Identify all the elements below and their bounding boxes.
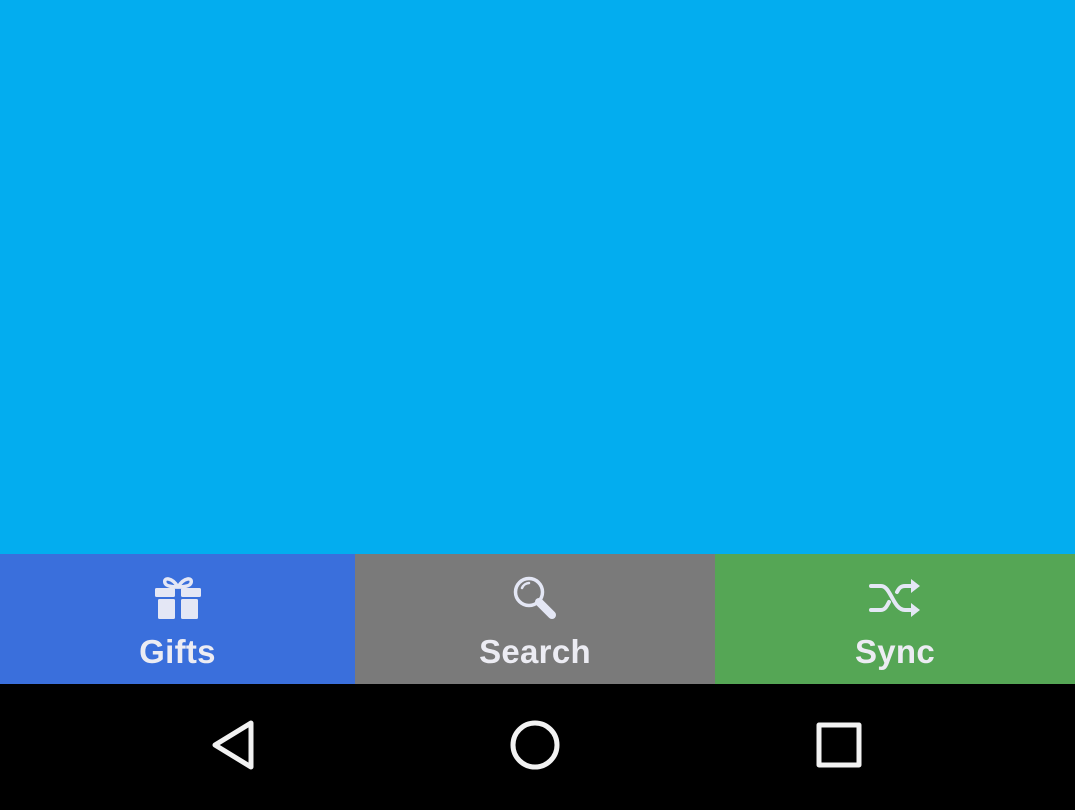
gift-icon bbox=[150, 574, 206, 622]
tab-search-label: Search bbox=[479, 633, 591, 670]
home-circle-icon bbox=[508, 718, 562, 777]
home-button[interactable] bbox=[500, 712, 570, 782]
system-navigation-bar bbox=[0, 684, 1075, 810]
back-button[interactable] bbox=[197, 712, 267, 782]
tab-search[interactable]: Search bbox=[355, 554, 715, 684]
bottom-tab-bar: Gifts Search Sync bbox=[0, 554, 1075, 684]
tab-gifts-label: Gifts bbox=[139, 633, 216, 670]
search-icon bbox=[507, 574, 563, 622]
shuffle-icon bbox=[867, 574, 923, 622]
recents-square-icon bbox=[814, 720, 864, 775]
main-content-area bbox=[0, 0, 1075, 554]
tab-gifts[interactable]: Gifts bbox=[0, 554, 355, 684]
tab-sync-label: Sync bbox=[854, 633, 936, 670]
back-triangle-icon bbox=[207, 719, 257, 776]
recents-button[interactable] bbox=[804, 712, 874, 782]
tab-sync[interactable]: Sync bbox=[715, 554, 1075, 684]
